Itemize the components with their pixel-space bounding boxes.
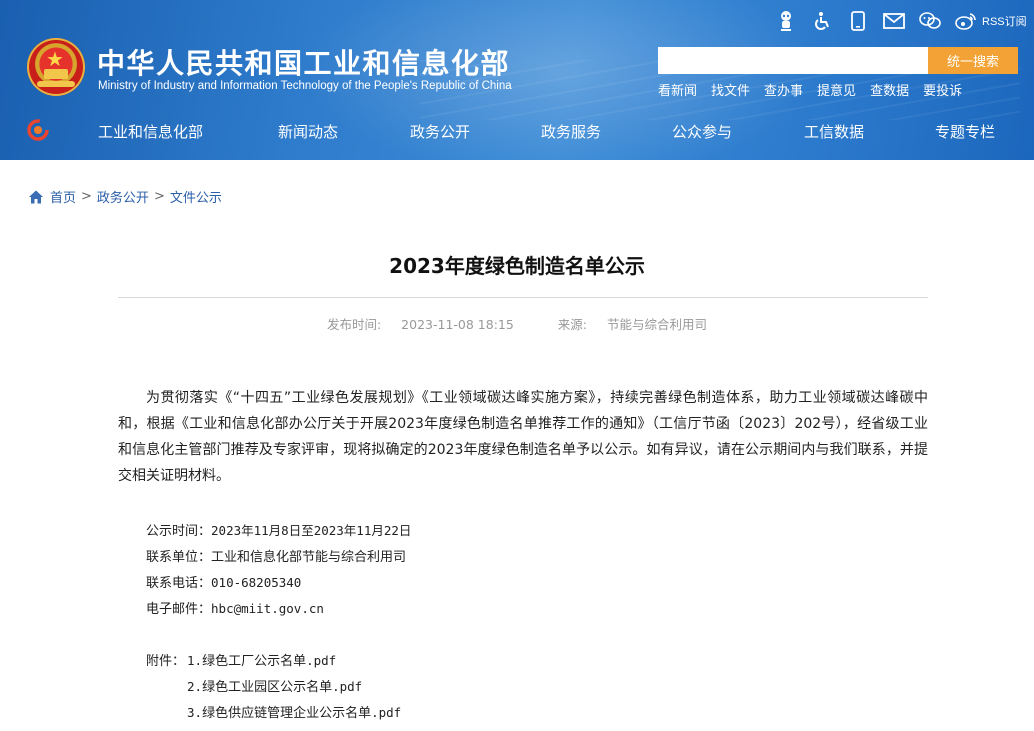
info-contact-unit: 联系单位：工业和信息化部节能与综合利用司 xyxy=(146,546,406,565)
breadcrumb-home[interactable]: 首页 xyxy=(50,187,76,206)
article-source: 节能与综合利用司 xyxy=(607,317,708,332)
robot-icon[interactable] xyxy=(774,10,798,32)
home-icon xyxy=(29,190,43,203)
attachment-name: 绿色供应链管理企业公示名单 xyxy=(202,706,372,721)
mobile-icon[interactable] xyxy=(846,10,870,32)
info-email: 电子邮件：hbc@miit.gov.cn xyxy=(146,598,324,617)
info-label: 联系单位： xyxy=(146,550,212,565)
info-label: 联系电话： xyxy=(146,576,212,591)
site-subtitle: Ministry of Industry and Information Tec… xyxy=(98,80,512,92)
publish-time: 2023-11-08 18:15 xyxy=(401,317,514,332)
attachment-link-green-supply-chain[interactable]: 3.绿色供应链管理企业公示名单.pdf xyxy=(187,702,401,721)
site-title[interactable]: 中华人民共和国工业和信息化部 xyxy=(97,42,510,82)
quick-link-feedback[interactable]: 提意见 xyxy=(817,80,856,99)
quick-link-data[interactable]: 查数据 xyxy=(870,80,909,99)
info-label: 公示时间： xyxy=(146,524,212,539)
nav-item-services[interactable]: 政务服务 xyxy=(541,121,601,142)
nav-item-public-participation[interactable]: 公众参与 xyxy=(672,121,732,142)
breadcrumb-separator: > xyxy=(153,189,165,204)
info-value: 工业和信息化部节能与综合利用司 xyxy=(211,550,407,565)
site-header: ★ 中华人民共和国工业和信息化部 Ministry of Industry an… xyxy=(0,0,1034,160)
nav-item-data[interactable]: 工信数据 xyxy=(804,121,864,142)
attachment-name: 绿色工厂公示名单 xyxy=(202,654,307,669)
search-button[interactable]: 统一搜索 xyxy=(928,47,1018,74)
info-value: hbc@miit.gov.cn xyxy=(211,601,324,616)
attachment-ext: .pdf xyxy=(332,679,363,694)
attachment-number: 3. xyxy=(187,705,203,720)
rss-link[interactable]: RSS订阅 xyxy=(982,13,1027,29)
info-publicity-period: 公示时间：2023年11月8日至2023年11月22日 xyxy=(146,520,411,539)
nav-item-government-affairs[interactable]: 政务公开 xyxy=(410,121,470,142)
miit-logo-icon[interactable] xyxy=(27,119,49,141)
info-value: 010-68205340 xyxy=(211,575,302,590)
breadcrumb: 首页 > 政务公开 > 文件公示 xyxy=(28,187,222,206)
attachment-number: 1. xyxy=(187,653,203,668)
breadcrumb-government-affairs[interactable]: 政务公开 xyxy=(97,187,149,206)
info-label: 电子邮件： xyxy=(146,602,212,617)
nav-item-topics[interactable]: 专题专栏 xyxy=(935,121,995,142)
attachment-link-green-factory[interactable]: 1.绿色工厂公示名单.pdf xyxy=(187,650,336,669)
accessibility-icon[interactable] xyxy=(810,10,834,32)
wechat-icon[interactable] xyxy=(918,10,942,32)
mail-icon[interactable] xyxy=(882,10,906,32)
title-divider xyxy=(118,297,928,298)
weibo-icon[interactable] xyxy=(954,10,978,32)
top-icon-bar: RSS订阅 xyxy=(774,9,1027,33)
main-nav: 工业和信息化部 新闻动态 政务公开 政务服务 公众参与 工信数据 专题专栏 xyxy=(0,110,1034,152)
article-body: 为贯彻落实《“十四五”工业绿色发展规划》《工业领域碳达峰实施方案》，持续完善绿色… xyxy=(118,390,928,484)
quick-link-complaint[interactable]: 要投诉 xyxy=(923,80,962,99)
article-meta: 发布时间: 2023-11-08 18:15 来源: 节能与综合利用司 xyxy=(0,314,1034,333)
national-emblem-icon[interactable]: ★ xyxy=(27,38,85,96)
quick-link-services[interactable]: 查办事 xyxy=(764,80,803,99)
breadcrumb-separator: > xyxy=(81,189,92,204)
article-title: 2023年度绿色制造名单公示 xyxy=(389,254,645,278)
quick-link-news[interactable]: 看新闻 xyxy=(658,80,697,99)
attachments-label: 附件： xyxy=(146,654,186,669)
attachment-number: 2. xyxy=(187,679,203,694)
info-value: 2023年11月8日至2023年11月22日 xyxy=(211,523,412,538)
search-input[interactable] xyxy=(658,47,928,74)
info-contact-phone: 联系电话：010-68205340 xyxy=(146,572,301,591)
quick-links: 看新闻 找文件 查办事 提意见 查数据 要投诉 xyxy=(658,80,976,99)
attachment-link-green-park[interactable]: 2.绿色工业园区公示名单.pdf xyxy=(187,676,362,695)
attachment-ext: .pdf xyxy=(371,705,402,720)
nav-item-ministry[interactable]: 工业和信息化部 xyxy=(98,121,203,142)
attachment-ext: .pdf xyxy=(306,653,337,668)
attachment-name: 绿色工业园区公示名单 xyxy=(202,680,333,695)
nav-item-news[interactable]: 新闻动态 xyxy=(278,121,338,142)
breadcrumb-file-publicity[interactable]: 文件公示 xyxy=(170,187,222,206)
quick-link-files[interactable]: 找文件 xyxy=(711,80,750,99)
source-label: 来源: xyxy=(557,317,588,332)
publish-time-label: 发布时间: xyxy=(326,317,382,332)
